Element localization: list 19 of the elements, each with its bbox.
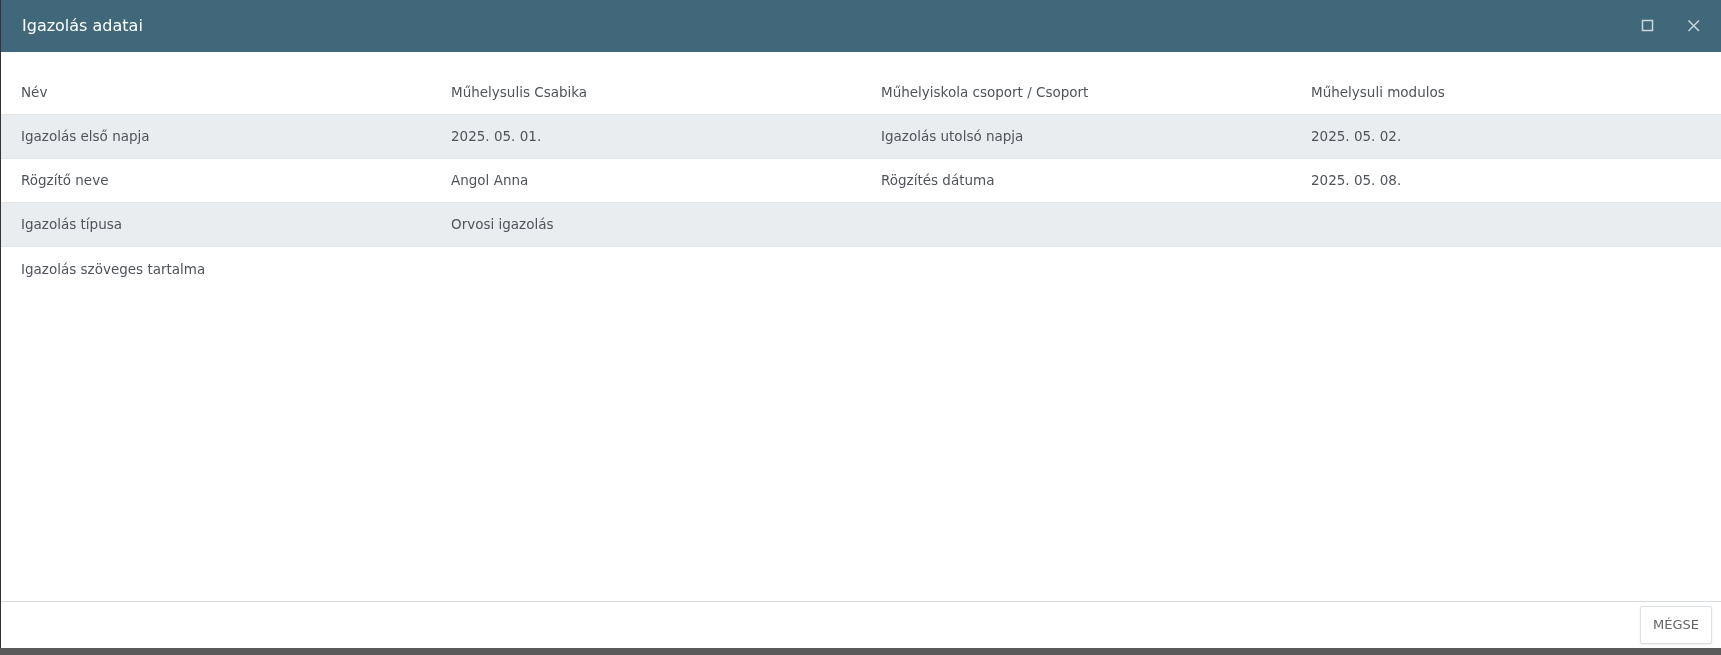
cancel-button[interactable]: MÉGSE [1640, 606, 1712, 644]
field-label: Igazolás típusa [20, 215, 122, 235]
close-icon [1687, 19, 1701, 33]
dialog-title: Igazolás adatai [22, 15, 144, 37]
field-value: Műhelysuli modulos [1310, 83, 1445, 103]
field-label: Igazolás szöveges tartalma [20, 259, 206, 279]
field-value: Orvosi igazolás [450, 215, 554, 235]
field-label: Rögzítő neve [20, 171, 109, 191]
field-value: Angol Anna [450, 171, 529, 191]
field-label: Igazolás utolsó napja [880, 127, 1024, 147]
field-label: Rögzítés dátuma [880, 171, 995, 191]
field-value: 2025. 05. 01. [450, 127, 542, 147]
field-label: Név [20, 83, 48, 103]
field-value: 2025. 05. 08. [1310, 171, 1402, 191]
field-label: Műhelyiskola csoport / Csoport [880, 83, 1089, 103]
field-value: 2025. 05. 02. [1310, 127, 1402, 147]
field-label: Igazolás első napja [20, 127, 150, 147]
field-value: Műhelysulis Csabika [450, 83, 588, 103]
maximize-icon [1641, 19, 1655, 33]
